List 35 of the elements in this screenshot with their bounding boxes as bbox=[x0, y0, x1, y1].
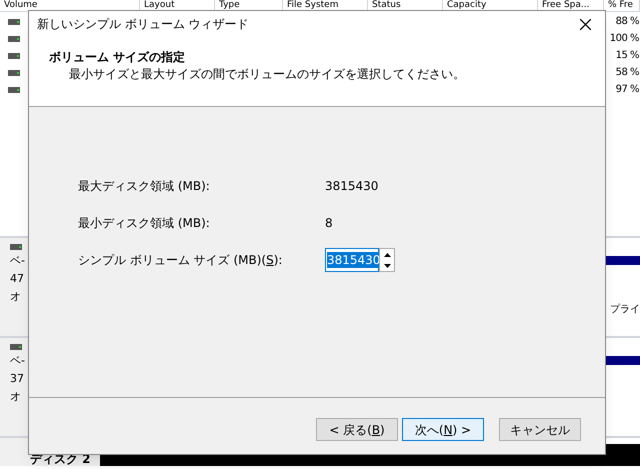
field-label: 最小ディスク領域 (MB): bbox=[78, 215, 211, 232]
disk-info-text: オ bbox=[10, 290, 21, 304]
up-arrow-icon bbox=[384, 252, 390, 256]
disk-info-text: 37 bbox=[10, 372, 24, 386]
wizard-button[interactable]: < 戻る(B) bbox=[316, 418, 398, 441]
table-cell: 97 % bbox=[616, 84, 639, 95]
page-heading: ボリューム サイズの指定 bbox=[49, 50, 186, 65]
drive-icon bbox=[8, 86, 20, 92]
disk-info-text: ベ- bbox=[10, 354, 25, 368]
drive-icon bbox=[8, 18, 20, 24]
field-label: シンプル ボリューム サイズ (MB)(S): bbox=[78, 252, 284, 269]
disk-info-text: オ bbox=[10, 390, 21, 404]
field-value: 3815430 bbox=[325, 178, 378, 195]
partition-text: プライ bbox=[610, 303, 640, 317]
field-value: 8 bbox=[325, 215, 333, 232]
disk-info-text: ベ- bbox=[10, 254, 25, 268]
spin-buttons[interactable] bbox=[379, 248, 395, 272]
table-cell: 88 % bbox=[616, 16, 639, 27]
size-input-field[interactable]: 3815430 bbox=[325, 248, 379, 272]
drive-icon bbox=[10, 344, 22, 350]
window-title: 新しいシンプル ボリューム ウィザード bbox=[37, 16, 249, 33]
field-label: 最大ディスク領域 (MB): bbox=[78, 178, 211, 195]
table-cell: 58 % bbox=[616, 67, 639, 78]
close-icon bbox=[580, 18, 590, 30]
table-cell: 100 % bbox=[610, 33, 639, 44]
page-description: 最小サイズと最大サイズの間でボリュームのサイズを選択してください。 bbox=[68, 67, 466, 82]
down-arrow-icon bbox=[384, 264, 390, 268]
wizard-button[interactable]: 次へ(N) > bbox=[402, 418, 484, 441]
table-cell: 15 % bbox=[616, 50, 639, 61]
wizard-button[interactable]: キャンセル bbox=[499, 418, 581, 441]
drive-icon bbox=[8, 36, 20, 42]
drive-icon bbox=[10, 244, 22, 250]
drive-icon bbox=[8, 70, 20, 76]
drive-icon bbox=[8, 52, 20, 58]
disk-info-text: 47 bbox=[10, 272, 24, 286]
